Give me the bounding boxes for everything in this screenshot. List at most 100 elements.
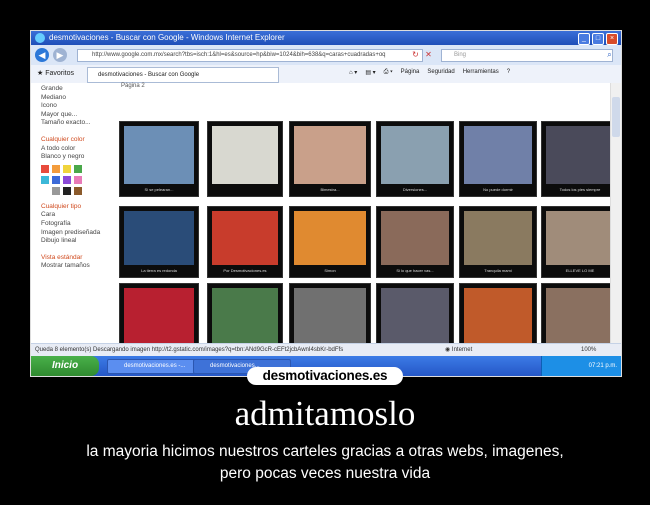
command-bar: ⌂ ▾ ▤ ▾ ⎙ ▾ Página Seguridad Herramienta… [349,69,510,76]
tab-current[interactable]: desmotivaciones - Buscar con Google [87,67,279,83]
minimize-icon[interactable]: _ [578,33,590,45]
close-icon[interactable]: × [606,33,618,45]
thumbnail-caption: Tranquila mami [484,268,512,273]
maximize-icon[interactable]: □ [592,33,604,45]
safety-menu[interactable]: Seguridad [427,69,454,76]
page-menu[interactable]: Página [401,69,420,76]
color-option[interactable]: A todo color [41,145,123,154]
back-icon[interactable]: ◀ [35,48,49,62]
image-result-thumbnail[interactable]: Tranquila mami [459,206,537,278]
poster-subtitle: la mayoria hicimos nuestros carteles gra… [0,441,650,485]
clock: 07:21 p.m. [588,363,617,369]
size-option[interactable]: Tamaño exacto... [41,119,123,128]
thumbnail-caption: Simon [324,268,336,273]
thumbnail-image [212,211,278,265]
thumbnail-caption: Si se pelearan... [144,187,174,192]
window-controls: _ □ × [578,33,618,45]
subtitle-line: pero pocas veces nuestra vida [219,465,431,482]
color-swatch[interactable] [63,175,71,184]
thumbnail-image [381,126,449,184]
type-option[interactable]: Dibujo lineal [41,237,123,246]
color-swatch[interactable] [52,186,60,195]
url-field[interactable]: http://www.google.com.mx/search?tbs=isch… [77,49,423,62]
browser-screenshot: desmotivaciones - Buscar con Google - Wi… [30,30,622,377]
tools-menu[interactable]: Herramientas [463,69,499,76]
thumbnail-image [381,288,449,348]
help-icon[interactable]: ? [507,69,510,76]
thumbnail-image [124,288,194,348]
color-option[interactable]: Blanco y negro [41,153,123,162]
thumbnail-image [124,126,194,184]
stop-icon[interactable]: ✕ [424,50,433,59]
color-swatch[interactable] [74,175,82,184]
print-icon[interactable]: ⎙ ▾ [384,69,393,76]
color-swatch[interactable] [63,164,71,173]
color-swatch[interactable] [41,175,49,184]
image-result-thumbnail[interactable]: Si lo que hacer vas... [376,206,454,278]
view-option[interactable]: Mostrar tamaños [41,262,123,271]
color-swatch[interactable] [52,175,60,184]
address-bar: ◀ ▶ http://www.google.com.mx/search?tbs=… [31,45,621,66]
refresh-icon[interactable]: ↻ [411,50,420,59]
image-result-thumbnail[interactable]: Si se pelearan... [119,121,199,197]
zone-label: ◉ Internet [445,347,473,353]
thumbnail-caption: La tierra es redonda [141,268,177,273]
image-result-thumbnail[interactable]: La tierra es redonda [119,206,199,278]
type-heading[interactable]: Cualquier tipo [41,203,123,212]
favorites-toolbar: ★ Favoritos desmotivaciones - Buscar con… [31,65,621,84]
size-option[interactable]: Grande [41,85,123,94]
image-result-thumbnail[interactable]: Simon [289,206,371,278]
type-option[interactable]: Cara [41,211,123,220]
thumbnail-caption: Diversiones... [402,187,428,192]
search-icon[interactable]: ⌕ [605,50,614,59]
page-content: Grande Mediano Icono Mayor que... Tamaño… [31,83,621,365]
image-result-thumbnail[interactable]: Por Desmotivaciones.es [207,206,283,278]
thumbnail-caption: No puede dormir [483,187,513,192]
size-option[interactable]: Mediano [41,94,123,103]
size-option[interactable]: Mayor que... [41,111,123,120]
thumbnail-image [124,211,194,265]
thumbnail-image [294,126,366,184]
forward-icon[interactable]: ▶ [53,48,67,62]
type-option[interactable]: Imagen prediseñada [41,229,123,238]
scroll-thumb[interactable] [612,97,620,137]
size-option[interactable]: Icono [41,102,123,111]
color-swatch[interactable] [52,164,60,173]
thumbnail-image [212,126,278,184]
home-icon[interactable]: ⌂ ▾ [349,69,357,76]
color-swatch[interactable] [63,186,71,195]
thumbnail-image [294,211,366,265]
image-result-thumbnail[interactable]: No puede dormir [459,121,537,197]
image-result-thumbnail[interactable]: Bimestra... [289,121,371,197]
ie-icon [35,33,45,43]
thumbnail-caption: Si lo que hacer vas... [396,268,434,273]
color-swatch[interactable] [41,186,49,195]
status-text: Queda 8 elemento(s) Descargando imagen h… [35,347,344,353]
color-heading[interactable]: Cualquier color [41,136,123,145]
image-result-thumbnail[interactable]: Diversiones... [376,121,454,197]
thumbnail-image [546,126,614,184]
favorites-button[interactable]: ★ Favoritos [37,69,74,77]
thumbnail-caption: Todos los pies siempre [559,187,601,192]
system-tray: 07:21 p.m. [541,356,621,376]
image-result-thumbnail[interactable] [207,121,283,197]
start-button[interactable]: Inicio [31,356,99,376]
type-option[interactable]: Fotografía [41,220,123,229]
thumbnail-image [546,211,614,265]
image-result-thumbnail[interactable]: Todos los pies siempre [541,121,619,197]
thumbnail-image [464,211,532,265]
taskbar-item[interactable]: desmotivaciones.es -... [107,359,205,374]
thumbnail-image [212,288,278,348]
thumbnail-caption: Por Desmotivaciones.es [223,268,267,273]
zoom-level[interactable]: 100% [581,344,596,356]
view-heading[interactable]: Vista estándar [41,254,123,263]
thumbnail-image [464,288,532,348]
vertical-scrollbar[interactable] [610,83,621,365]
color-swatch[interactable] [74,186,82,195]
search-input[interactable]: Bing [441,49,613,62]
image-result-thumbnail[interactable]: ELLEVE LO ME [541,206,619,278]
poster-title: admitamoslo [234,394,416,433]
feeds-icon[interactable]: ▤ ▾ [365,69,375,76]
color-swatch[interactable] [41,164,49,173]
color-swatch[interactable] [74,164,82,173]
